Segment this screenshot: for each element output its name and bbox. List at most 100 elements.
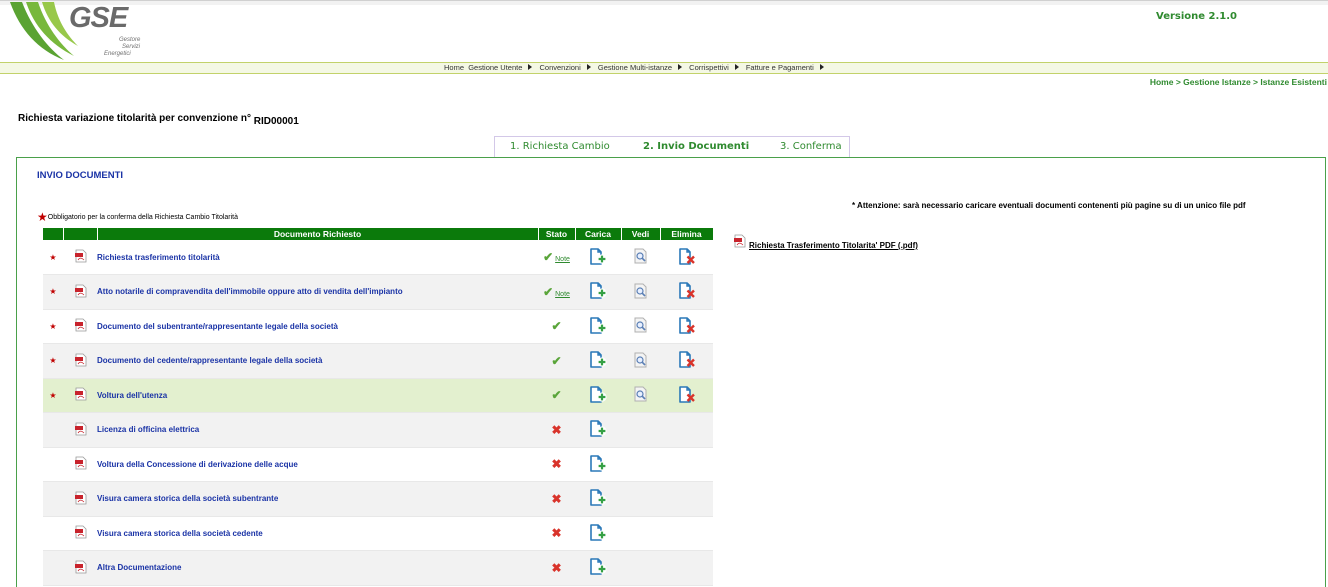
table-row[interactable]: Altra Documentazione ✖ <box>43 550 713 586</box>
menu-item-convenzioni[interactable]: Convenzioni <box>539 63 580 72</box>
missing-x-icon: ✖ <box>551 457 562 472</box>
note-link[interactable]: Note <box>555 256 570 263</box>
upload-cell <box>575 412 621 448</box>
delete-document-icon[interactable] <box>677 350 697 371</box>
status-cell: ✔ <box>538 343 575 379</box>
logo-sub-2: Servizi <box>122 44 141 50</box>
upload-cell <box>575 274 621 310</box>
upload-document-icon[interactable] <box>588 557 608 578</box>
pdf-file-icon <box>74 422 87 436</box>
pdf-file-icon <box>74 525 87 539</box>
step-invio-documenti[interactable]: 2. Invio Documenti <box>643 137 749 157</box>
upload-document-icon[interactable] <box>588 488 608 509</box>
main-menu-bar: Home Gestione Utente Convenzioni Gestion… <box>0 62 1328 74</box>
document-name[interactable]: Voltura dell'utenza <box>97 391 167 400</box>
required-marker <box>43 516 63 551</box>
required-marker: ★ <box>43 343 63 379</box>
view-document-icon[interactable] <box>632 316 650 336</box>
upload-document-icon[interactable] <box>588 419 608 440</box>
missing-x-icon: ✖ <box>551 491 562 506</box>
required-star-icon: ★ <box>49 321 57 331</box>
upload-document-icon[interactable] <box>588 523 608 544</box>
menu-item-gestione-multi-istanze[interactable]: Gestione Multi-istanze <box>598 63 672 72</box>
header-documento: Documento Richiesto <box>97 228 539 240</box>
delete-cell <box>660 550 713 586</box>
check-icon: ✔ <box>551 353 562 368</box>
table-row[interactable]: Voltura della Concessione di derivazione… <box>43 447 713 482</box>
step-richiesta-cambio[interactable]: 1. Richiesta Cambio <box>510 137 610 157</box>
table-row[interactable]: ★ Atto notarile di compravendita dell'imm… <box>43 274 713 310</box>
pdf-cell <box>63 343 97 379</box>
status-cell: ✔ <box>538 309 575 344</box>
menu-item-gestione-utente[interactable]: Gestione Utente <box>468 63 522 72</box>
document-name[interactable]: Visura camera storica della società cede… <box>97 529 263 538</box>
document-name[interactable]: Documento del cedente/rappresentante leg… <box>97 356 322 365</box>
upload-document-icon[interactable] <box>588 454 608 475</box>
status-cell: ✔ Note <box>538 274 575 310</box>
gse-logo[interactable]: GSE Gestore Servizi Energetici <box>8 0 141 62</box>
status-cell: ✖ <box>538 447 575 482</box>
table-row[interactable]: Visura camera storica della società sube… <box>43 481 713 517</box>
upload-document-icon[interactable] <box>588 281 608 302</box>
version-label: Versione 2.1.0 <box>1156 11 1238 22</box>
table-row[interactable]: Visura camera storica della società cede… <box>43 516 713 551</box>
view-document-icon[interactable] <box>632 351 650 371</box>
document-name-cell: Visura camera storica della società cede… <box>97 516 538 551</box>
document-name[interactable]: Voltura della Concessione di derivazione… <box>97 460 298 469</box>
pdf-cell <box>63 378 97 413</box>
menu-item-corrispettivi[interactable]: Corrispettivi <box>689 63 729 72</box>
status-cell: ✖ <box>538 481 575 517</box>
pdf-cell <box>63 550 97 586</box>
step-conferma[interactable]: 3. Conferma <box>780 137 842 157</box>
view-cell <box>621 447 660 482</box>
check-icon: ✔ <box>551 319 562 334</box>
view-document-icon[interactable] <box>632 247 650 267</box>
upload-document-icon[interactable] <box>588 316 608 337</box>
header-spacer <box>43 228 64 240</box>
delete-document-icon[interactable] <box>677 247 697 268</box>
breadcrumb[interactable]: Home > Gestione Istanze > Istanze Esiste… <box>1150 77 1327 87</box>
required-star-icon: ★ <box>49 356 57 366</box>
page-title-text: Richiesta variazione titolarità per conv… <box>18 113 251 124</box>
required-marker: ★ <box>43 274 63 310</box>
menu-arrow-icon <box>734 64 739 70</box>
document-name[interactable]: Documento del subentrante/rappresentante… <box>97 322 338 331</box>
required-marker <box>43 550 63 586</box>
document-name-cell: Documento del subentrante/rappresentante… <box>97 309 538 344</box>
view-document-icon[interactable] <box>632 282 650 302</box>
pdf-cell <box>63 240 97 275</box>
table-row[interactable]: ★ Richiesta trasferimento titolarità ✔ Note <box>43 240 713 275</box>
document-name-cell: Visura camera storica della società sube… <box>97 481 538 517</box>
menu-item-fatture-pagamenti[interactable]: Fatture e Pagamenti <box>746 63 814 72</box>
upload-cell <box>575 378 621 413</box>
document-name[interactable]: Richiesta trasferimento titolarità <box>97 253 220 262</box>
document-name[interactable]: Atto notarile di compravendita dell'immo… <box>97 287 403 296</box>
table-row[interactable]: ★ Documento del cedente/rappresentante le… <box>43 343 713 379</box>
delete-document-icon[interactable] <box>677 281 697 302</box>
table-row[interactable]: ★ Voltura dell'utenza ✔ <box>43 378 713 413</box>
document-name[interactable]: Altra Documentazione <box>97 563 181 572</box>
download-link-label[interactable]: Richiesta Trasferimento Titolarita' PDF … <box>749 241 918 250</box>
header-carica: Carica <box>575 228 622 240</box>
document-name[interactable]: Licenza di officina elettrica <box>97 425 199 434</box>
table-row[interactable]: Licenza di officina elettrica ✖ <box>43 412 713 448</box>
pdf-cell <box>63 309 97 344</box>
delete-cell <box>660 378 713 413</box>
view-cell <box>621 481 660 517</box>
upload-document-icon[interactable] <box>588 350 608 371</box>
delete-cell <box>660 412 713 448</box>
check-icon: ✔ <box>543 284 554 299</box>
document-name[interactable]: Visura camera storica della società sube… <box>97 494 278 503</box>
upload-cell <box>575 550 621 586</box>
note-link[interactable]: Note <box>555 291 570 298</box>
table-row[interactable]: ★ Documento del subentrante/rappresentant… <box>43 309 713 344</box>
download-link[interactable]: Richiesta Trasferimento Titolarita' PDF … <box>733 234 918 250</box>
delete-document-icon[interactable] <box>677 316 697 337</box>
upload-document-icon[interactable] <box>588 247 608 268</box>
upload-document-icon[interactable] <box>588 385 608 406</box>
view-cell <box>621 240 660 275</box>
menu-item-home[interactable]: Home <box>444 63 464 72</box>
missing-x-icon: ✖ <box>551 422 562 437</box>
delete-document-icon[interactable] <box>677 385 697 406</box>
view-document-icon[interactable] <box>632 385 650 405</box>
